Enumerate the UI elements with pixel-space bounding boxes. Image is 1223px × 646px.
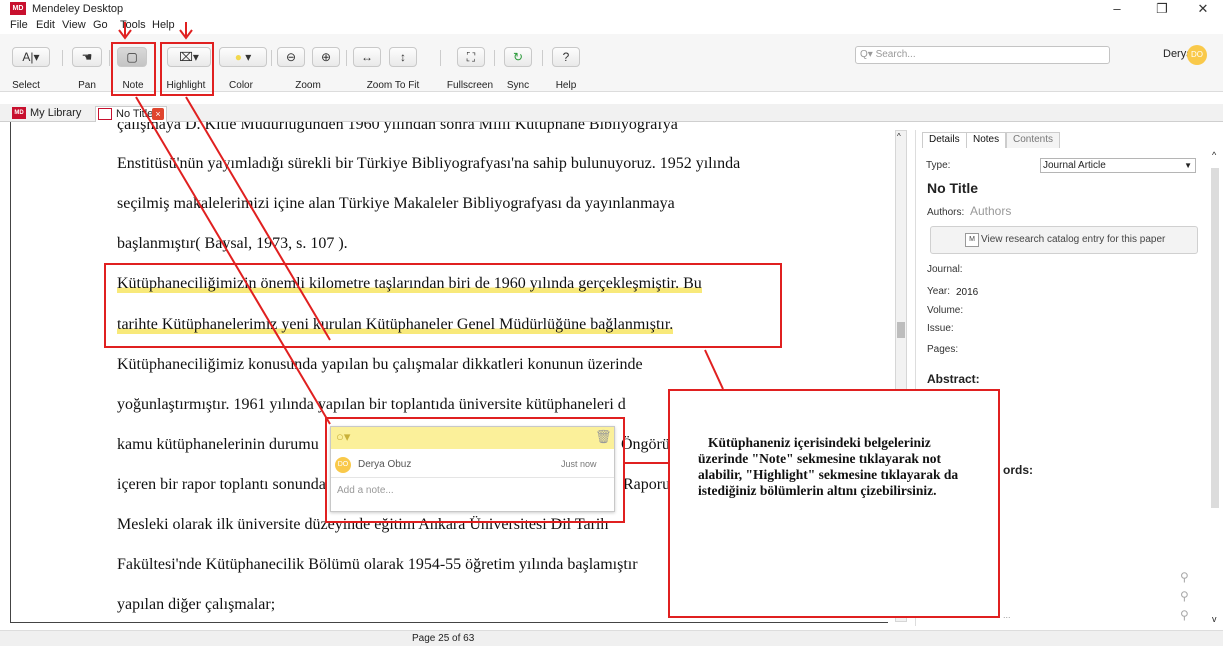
callout-text: Kütüphaneniz içerisindeki belgeleriniz ü… [698,435,959,498]
down-arrow-icon [179,22,193,40]
annotation-arrows [118,22,724,464]
instruction-callout: Kütüphaneniz içerisindeki belgeleriniz ü… [668,389,1000,618]
down-arrow-icon [118,22,132,40]
connector-line [704,349,724,390]
connector-line [135,96,331,425]
